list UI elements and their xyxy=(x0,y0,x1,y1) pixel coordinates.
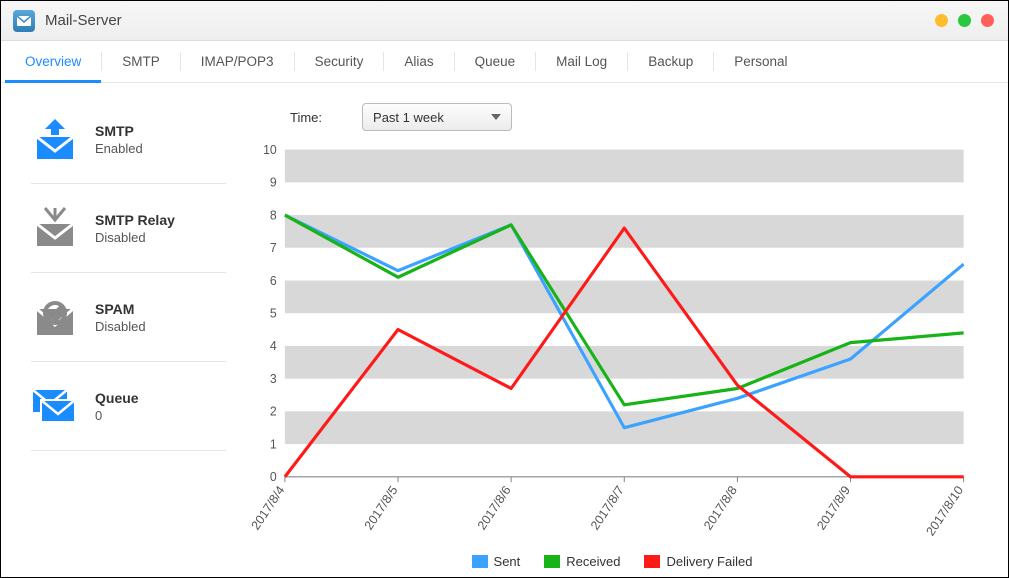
maximize-button[interactable] xyxy=(958,14,971,27)
sidebar-item-status: Disabled xyxy=(95,319,146,334)
tab-security[interactable]: Security xyxy=(295,41,384,82)
sidebar-item-status: 0 xyxy=(95,408,139,423)
tab-imap-pop3[interactable]: IMAP/POP3 xyxy=(181,41,294,82)
chart-legend: Sent Received Delivery Failed xyxy=(244,554,980,569)
minimize-button[interactable] xyxy=(935,14,948,27)
svg-text:10: 10 xyxy=(263,143,277,157)
time-range-value: Past 1 week xyxy=(373,110,444,125)
svg-text:9: 9 xyxy=(270,175,277,189)
svg-text:2017/8/8: 2017/8/8 xyxy=(701,483,740,532)
sidebar-item-status: Disabled xyxy=(95,230,175,245)
tab-bar: OverviewSMTPIMAP/POP3SecurityAliasQueueM… xyxy=(1,41,1008,83)
svg-text:2: 2 xyxy=(270,404,277,418)
svg-text:2017/8/6: 2017/8/6 xyxy=(475,483,514,532)
svg-text:2017/8/9: 2017/8/9 xyxy=(814,483,853,532)
legend-received: Received xyxy=(544,554,620,569)
sidebar-item-title: SMTP Relay xyxy=(95,212,175,228)
sidebar-item-title: SMTP xyxy=(95,123,143,139)
sidebar: SMTP Enabled SMTP Relay Disabled SPAM Disable… xyxy=(1,83,236,577)
tab-personal[interactable]: Personal xyxy=(714,41,807,82)
app-title: Mail-Server xyxy=(45,12,122,29)
sidebar-item-queue[interactable]: Queue 0 xyxy=(31,362,226,451)
legend-sent: Sent xyxy=(472,554,521,569)
svg-text:0: 0 xyxy=(270,470,277,484)
svg-text:3: 3 xyxy=(270,372,277,386)
tab-smtp[interactable]: SMTP xyxy=(102,41,180,82)
svg-text:2017/8/10: 2017/8/10 xyxy=(924,483,966,538)
smtp-relay-icon xyxy=(31,206,79,250)
legend-failed: Delivery Failed xyxy=(644,554,752,569)
window-controls xyxy=(935,14,994,27)
sidebar-item-title: Queue xyxy=(95,390,139,406)
svg-text:2017/8/4: 2017/8/4 xyxy=(249,483,288,532)
main-panel: Time: Past 1 week 0 1 2 3 4 5 6 7 8 9 10 2017/8/4 20… xyxy=(236,83,1008,577)
tab-mail-log[interactable]: Mail Log xyxy=(536,41,627,82)
app-icon xyxy=(13,10,35,32)
tab-overview[interactable]: Overview xyxy=(5,41,101,82)
sidebar-item-spam[interactable]: SPAM Disabled xyxy=(31,273,226,362)
smtp-send-icon xyxy=(31,117,79,161)
svg-text:4: 4 xyxy=(270,339,277,353)
sidebar-item-title: SPAM xyxy=(95,301,146,317)
tab-queue[interactable]: Queue xyxy=(455,41,536,82)
time-range-select[interactable]: Past 1 week xyxy=(362,103,512,131)
svg-text:2017/8/5: 2017/8/5 xyxy=(362,483,401,532)
line-chart: 0 1 2 3 4 5 6 7 8 9 10 2017/8/4 2017/8/5 2017/8/6 2017… xyxy=(244,141,980,550)
tab-backup[interactable]: Backup xyxy=(628,41,713,82)
chart-toolbar: Time: Past 1 week xyxy=(244,97,980,141)
tab-alias[interactable]: Alias xyxy=(384,41,453,82)
svg-text:7: 7 xyxy=(270,241,277,255)
legend-swatch-failed xyxy=(644,555,660,568)
svg-text:2017/8/7: 2017/8/7 xyxy=(588,483,627,532)
legend-swatch-sent xyxy=(472,555,488,568)
time-label: Time: xyxy=(290,110,322,125)
queue-icon xyxy=(31,384,79,428)
legend-swatch-received xyxy=(544,555,560,568)
svg-text:5: 5 xyxy=(270,306,277,320)
close-button[interactable] xyxy=(981,14,994,27)
svg-text:6: 6 xyxy=(270,274,277,288)
sidebar-item-smtp-relay[interactable]: SMTP Relay Disabled xyxy=(31,184,226,273)
title-bar: Mail-Server xyxy=(1,1,1008,41)
chevron-down-icon xyxy=(491,114,501,120)
sidebar-item-smtp[interactable]: SMTP Enabled xyxy=(31,107,226,184)
svg-text:1: 1 xyxy=(270,437,277,451)
sidebar-item-status: Enabled xyxy=(95,141,143,156)
spam-icon xyxy=(31,295,79,339)
svg-text:8: 8 xyxy=(270,208,277,222)
